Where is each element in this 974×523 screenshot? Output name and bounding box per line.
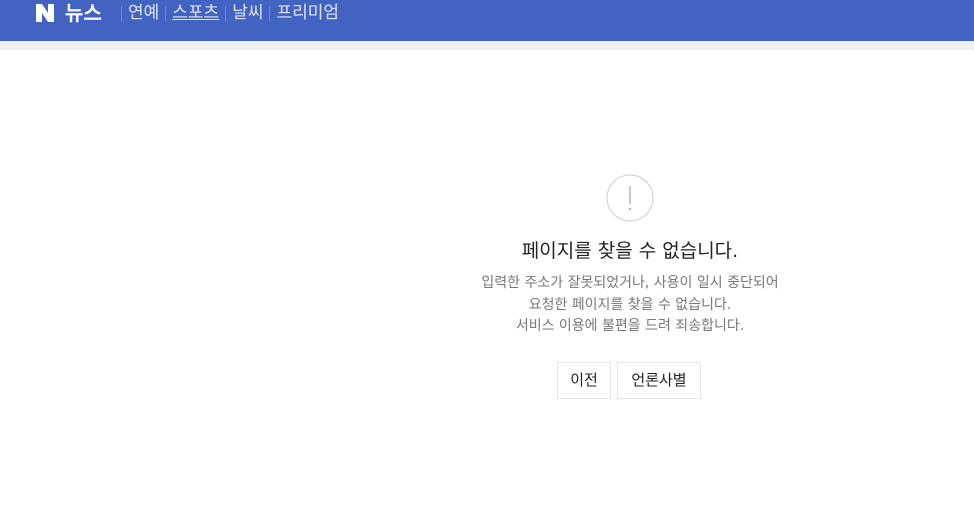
error-title: 페이지를 찾을 수 없습니다. bbox=[521, 240, 739, 262]
prev-button[interactable]: 이전 bbox=[557, 362, 611, 399]
top-header: 뉴스 연예 스포츠 날씨 프리미엄 bbox=[0, 0, 974, 41]
header-divider-band bbox=[0, 41, 974, 50]
brand-news-link[interactable]: 뉴스 bbox=[65, 0, 102, 26]
main-nav: 연예 스포츠 날씨 프리미엄 bbox=[115, 0, 339, 26]
error-message-block: 페이지를 찾을 수 없습니다. 입력한 주소가 잘못되었거나, 사용이 일시 중… bbox=[420, 174, 840, 338]
error-description-line: 입력한 주소가 잘못되었거나, 사용이 일시 중단되어 bbox=[481, 275, 779, 291]
error-action-buttons: 이전 언론사별 bbox=[557, 362, 701, 399]
by-press-button[interactable]: 언론사별 bbox=[617, 362, 701, 399]
nav-item-entertainment[interactable]: 연예 bbox=[128, 0, 159, 26]
nav-item-sports[interactable]: 스포츠 bbox=[172, 0, 219, 26]
error-description: 입력한 주소가 잘못되었거나, 사용이 일시 중단되어 요청한 페이지를 찾을 … bbox=[420, 273, 840, 338]
nav-divider bbox=[225, 5, 227, 21]
error-description-line: 서비스 이용에 불편을 드려 죄송합니다. bbox=[515, 318, 745, 334]
nav-item-premium[interactable]: 프리미엄 bbox=[276, 0, 339, 26]
nav-item-weather[interactable]: 날씨 bbox=[232, 0, 263, 26]
nav-divider bbox=[121, 5, 122, 21]
alert-circle-icon bbox=[606, 174, 654, 222]
nav-divider bbox=[269, 5, 271, 21]
nav-divider bbox=[165, 5, 167, 21]
naver-logo-icon[interactable] bbox=[34, 2, 56, 24]
error-description-line: 요청한 페이지를 찾을 수 없습니다. bbox=[528, 296, 732, 313]
